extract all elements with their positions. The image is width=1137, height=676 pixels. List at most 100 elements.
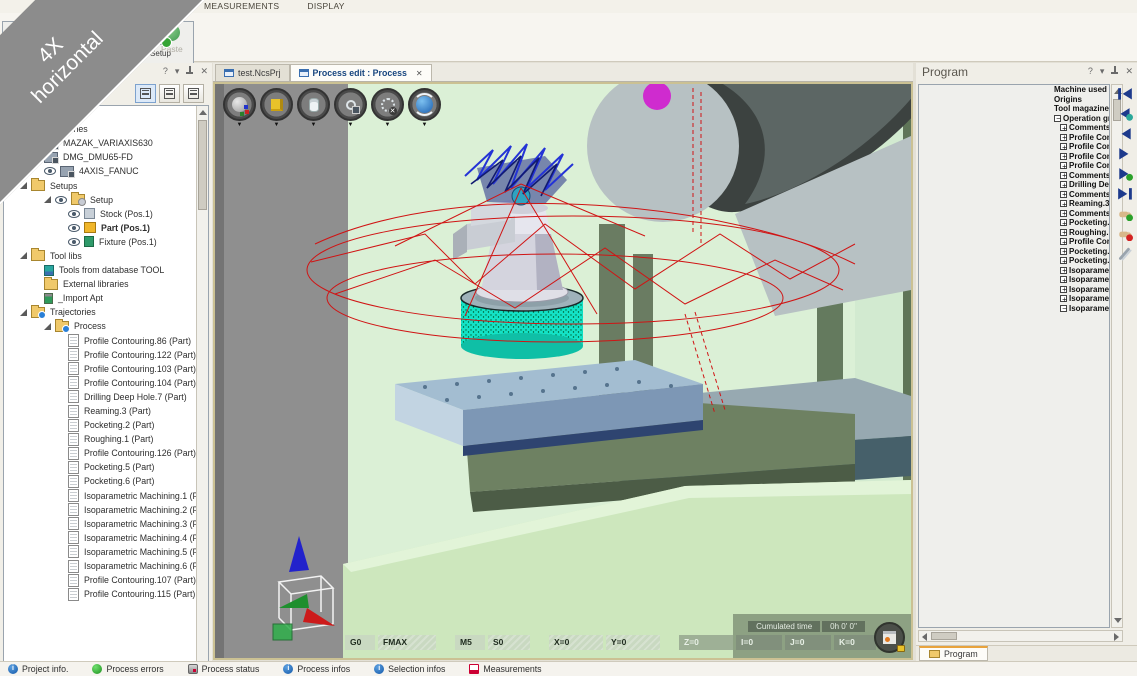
program-content[interactable]: Machine used Origins Tool magazine (918, 84, 1110, 628)
program-tree-item[interactable]: Comments (1049, 209, 1110, 219)
chevron-down-icon[interactable]: ▼ (348, 122, 354, 128)
expand-box-icon[interactable] (1054, 115, 1061, 122)
expand-box-icon[interactable] (1060, 153, 1067, 160)
stock-display-button[interactable] (297, 88, 330, 121)
program-tree-item[interactable]: Comments (1049, 123, 1110, 133)
program-tree-item[interactable]: Reaming.3 (1049, 199, 1110, 209)
status-item[interactable]: Measurements (469, 664, 541, 674)
step-forward-button[interactable] (1117, 167, 1133, 180)
tree-item[interactable]: Profile Contouring.103 (Part) (4, 362, 196, 376)
tree-item[interactable]: Profile Contouring.115 (Part) (4, 587, 196, 601)
expand-box-icon[interactable] (1060, 191, 1067, 198)
zoom-tools-button[interactable] (334, 88, 367, 121)
program-tree-item[interactable]: Comments (1049, 190, 1110, 200)
scroll-left-arrow-icon[interactable] (922, 633, 927, 641)
program-tree-item[interactable]: Operation group (1049, 114, 1110, 124)
program-tree-item[interactable]: Drilling Deep Hole.7 (1049, 180, 1110, 190)
simulation-refresh-button[interactable] (408, 88, 441, 121)
expand-box-icon[interactable] (1060, 248, 1067, 255)
program-tree-item[interactable]: Tool magazine (1049, 104, 1110, 114)
goto-end-button[interactable] (1117, 187, 1133, 200)
expand-box-icon[interactable] (1060, 210, 1067, 217)
expand-box-icon[interactable] (1060, 257, 1067, 264)
tree-item[interactable]: Pocketing.2 (Part) (4, 418, 196, 432)
document-tab[interactable]: Process edit : Process (290, 64, 432, 81)
tree-item[interactable]: Process (4, 319, 196, 333)
program-horizontal-scrollbar[interactable] (918, 630, 1123, 642)
tree-item[interactable]: Pocketing.6 (Part) (4, 474, 196, 488)
chevron-down-icon[interactable]: ▼ (422, 122, 428, 128)
tree-item[interactable]: _Import Apt (4, 291, 196, 305)
tree-item[interactable]: Isoparametric Machining.3 (Part) (4, 517, 196, 531)
visibility-eye-icon[interactable] (68, 238, 80, 246)
remove-operation-button[interactable] (1117, 227, 1133, 240)
list-view-button-3[interactable] (183, 84, 204, 103)
expand-box-icon[interactable] (1060, 172, 1067, 179)
panel-menu-button[interactable]: ▾ (175, 66, 180, 77)
tree-item[interactable]: Trajectories (4, 305, 196, 319)
expand-box-icon[interactable] (1060, 134, 1067, 141)
expand-box-icon[interactable] (1060, 295, 1067, 302)
program-tree-item[interactable]: Isoparametric Machining.1 (1049, 266, 1110, 276)
close-panel-button[interactable]: ✕ (200, 66, 208, 77)
program-tree-item[interactable]: Isoparametric Machining.4 (1049, 294, 1110, 304)
viewport-3d[interactable]: ▼ ▼ ▼ ▼ ▼ ▼ Cumulated time 0h 0' 0'' G0 … (213, 82, 913, 660)
chevron-down-icon[interactable]: ▼ (385, 122, 391, 128)
visibility-eye-icon[interactable] (44, 167, 56, 175)
program-tree-item[interactable]: Pocketing.2 (1049, 218, 1110, 228)
status-item[interactable]: Process status (188, 664, 260, 674)
program-tree-item[interactable]: Roughing.1 (1049, 228, 1110, 238)
program-tree-item[interactable]: Origins (1049, 95, 1110, 105)
goto-start-button[interactable] (1117, 87, 1133, 100)
list-view-button-2[interactable] (159, 84, 180, 103)
expander-icon[interactable] (20, 252, 27, 259)
expand-box-icon[interactable] (1060, 305, 1067, 312)
tree-item[interactable]: Profile Contouring.107 (Part) (4, 573, 196, 587)
program-tree-item[interactable]: Profile Contouring.103 (1049, 152, 1110, 162)
program-tree-item[interactable]: Profile Contouring.122 (1049, 142, 1110, 152)
expand-box-icon[interactable] (1060, 286, 1067, 293)
save-state-button[interactable] (874, 622, 905, 653)
tree-item[interactable]: Roughing.1 (Part) (4, 432, 196, 446)
play-backward-button[interactable] (1117, 127, 1133, 140)
tree-item[interactable]: Profile Contouring.104 (Part) (4, 376, 196, 390)
program-tree-item[interactable]: Machine used (1049, 85, 1110, 95)
tree-item[interactable]: Fixture (Pos.1) (4, 235, 196, 249)
program-tree-item[interactable]: Profile Contouring.86 (1049, 133, 1110, 143)
tree-item[interactable]: Drilling Deep Hole.7 (Part) (4, 390, 196, 404)
replay-backward-button[interactable] (1117, 107, 1133, 120)
help-button[interactable]: ? (1088, 66, 1093, 77)
scroll-right-arrow-icon[interactable] (1114, 633, 1119, 641)
expand-box-icon[interactable] (1060, 143, 1067, 150)
expand-box-icon[interactable] (1060, 124, 1067, 131)
view-orientation-button[interactable] (223, 88, 256, 121)
tree-item[interactable]: Reaming.3 (Part) (4, 404, 196, 418)
expand-box-icon[interactable] (1060, 219, 1067, 226)
ribbon-tab[interactable]: MEASUREMENTS (190, 0, 293, 13)
program-tree-item[interactable]: Pocketing.5 (1049, 247, 1110, 257)
expand-box-icon[interactable] (1060, 181, 1067, 188)
tree-item[interactable]: Tool libs (4, 249, 196, 263)
close-panel-button[interactable]: ✕ (1125, 66, 1133, 77)
ribbon-tab[interactable]: DISPLAY (293, 0, 358, 13)
tree-item[interactable]: Isoparametric Machining.5 (Part) (4, 545, 196, 559)
program-tree-item[interactable]: Profile Contouring.126 (1049, 237, 1110, 247)
program-tree-item[interactable]: Comments (1049, 171, 1110, 181)
pin-icon[interactable] (1111, 66, 1118, 75)
document-tab[interactable]: test.NcsPrj (215, 64, 290, 81)
tree-item[interactable]: Stock (Pos.1) (4, 207, 196, 221)
paperclip-icon[interactable] (1117, 247, 1133, 260)
expand-box-icon[interactable] (1060, 267, 1067, 274)
selection-tools-button[interactable] (371, 88, 404, 121)
pin-icon[interactable] (186, 66, 193, 75)
status-item[interactable]: Process infos (283, 664, 350, 674)
tree-item[interactable]: Part (Pos.1) (4, 221, 196, 235)
expand-box-icon[interactable] (1060, 238, 1067, 245)
program-tree-item[interactable]: Isoparametric Machining.5 (1049, 304, 1110, 314)
expand-box-icon[interactable] (1060, 276, 1067, 283)
tree-item[interactable]: Setups (4, 178, 196, 192)
status-item[interactable]: Process errors (92, 664, 163, 674)
scroll-up-arrow-icon[interactable] (199, 110, 207, 115)
chevron-down-icon[interactable]: ▼ (274, 122, 280, 128)
visibility-eye-icon[interactable] (55, 196, 67, 204)
